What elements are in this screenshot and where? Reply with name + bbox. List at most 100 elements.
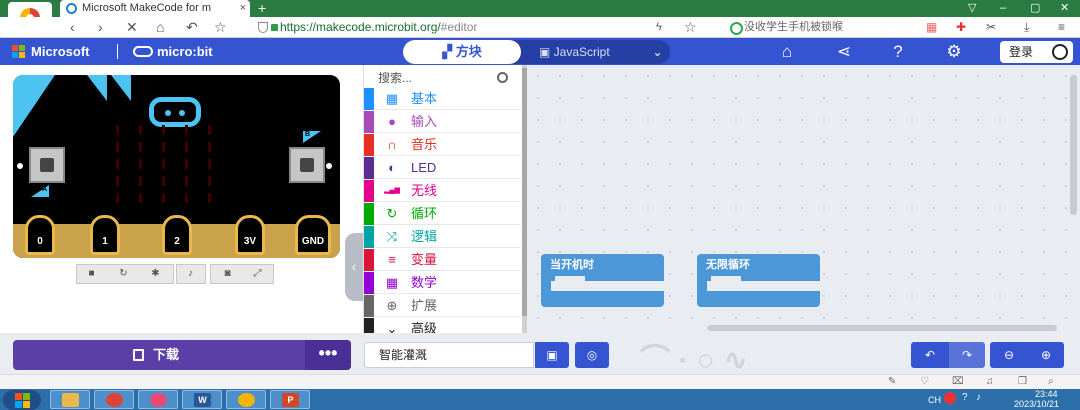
restart-icon[interactable]: ↻ (115, 265, 132, 283)
toolbox-search-input[interactable]: 搜索... (378, 69, 508, 87)
browser-icon[interactable] (226, 390, 266, 409)
screenshot-icon[interactable]: ◙ (219, 265, 236, 283)
heart-icon[interactable]: ♡ (920, 376, 929, 387)
trash-icon[interactable]: ⌧ (952, 376, 964, 387)
category-2[interactable]: ∩ 音乐 (364, 134, 521, 156)
bookmark-star-icon[interactable]: ☆ (684, 18, 697, 36)
category-6[interactable]: ⤨ 逻辑 (364, 226, 521, 248)
sound-icon[interactable]: ♪ (182, 265, 199, 283)
redo-button[interactable]: ↷ (949, 342, 985, 368)
lightning-icon[interactable]: ϟ (656, 18, 662, 36)
download-button[interactable]: 下载 ••• (13, 340, 351, 370)
browser-tab[interactable]: Microsoft MakeCode for m × (60, 0, 250, 17)
workspace-horizontal-scrollbar[interactable] (707, 325, 1057, 331)
share-icon[interactable]: ⋖ (833, 41, 855, 63)
menu-icon[interactable]: ▽ (968, 0, 976, 17)
led-1-4 (208, 142, 211, 152)
debug-icon[interactable]: ✱ (147, 265, 164, 283)
pin-3v[interactable]: 3V (235, 215, 265, 255)
gear-icon[interactable]: ⚙ (943, 41, 965, 63)
javascript-mode-button[interactable]: ▣ JavaScript (539, 40, 610, 64)
forever-block[interactable]: 无限循环 (697, 254, 820, 307)
explorer-icon[interactable] (50, 390, 90, 409)
game-icon[interactable]: ✚ (956, 18, 966, 36)
simulator-controls: ■ ↻ ✱ (76, 264, 174, 284)
simulator-extra-controls: ◙ ⤢ (210, 264, 274, 284)
feather-icon[interactable]: ✎ (888, 376, 896, 387)
led-4-0 (116, 193, 119, 203)
collapse-simulator-button[interactable]: ‹ (345, 233, 363, 301)
url-input[interactable]: https://makecode.microbit.org/#editor (258, 19, 698, 36)
app-icon[interactable] (138, 390, 178, 409)
home-icon[interactable]: ⌂ (776, 41, 798, 63)
category-1[interactable]: ● 输入 (364, 111, 521, 133)
category-8[interactable]: ▦ 数学 (364, 272, 521, 294)
browser-search-input[interactable]: 没收学生手机被锁喉 (728, 19, 908, 36)
blocks-mode-button[interactable]: ▞ 方块 (403, 40, 521, 64)
zoom-in-button[interactable]: ⊕ (1028, 342, 1064, 368)
window-icon[interactable]: ❐ (1018, 376, 1027, 387)
maximize-icon[interactable]: ▢ (1030, 0, 1040, 17)
category-0[interactable]: ▦ 基本 (364, 88, 521, 110)
forward-icon[interactable]: › (98, 18, 103, 36)
chevron-down-icon[interactable]: ⌄ (645, 40, 670, 64)
menu-icon[interactable]: ≡ (1058, 18, 1065, 36)
stop-icon[interactable]: ■ (83, 265, 100, 283)
save-button[interactable]: ▣ (535, 342, 569, 368)
help-tray-icon[interactable]: ? (962, 392, 968, 403)
close-icon[interactable]: ✕ (126, 18, 138, 36)
language-indicator[interactable]: CH (928, 395, 941, 405)
microsoft-brand: Microsoft (31, 44, 90, 59)
button-b[interactable] (289, 147, 325, 183)
windows-start-icon[interactable] (3, 390, 41, 410)
minimize-icon[interactable]: – (1000, 0, 1006, 17)
zoom-icon[interactable]: ⌕ (1048, 376, 1054, 387)
apps-icon[interactable]: ▦ (926, 18, 937, 36)
tab-close-icon[interactable]: × (240, 0, 246, 17)
star-icon[interactable]: ☆ (214, 18, 227, 36)
led-4-4 (208, 193, 211, 203)
microbit-board[interactable]: A B 0 1 2 3V GND (13, 75, 340, 258)
pin-0[interactable]: 0 (25, 215, 55, 255)
word-icon[interactable]: W (182, 390, 222, 409)
project-name-input[interactable]: 智能灌溉 (364, 342, 534, 368)
blocks-workspace[interactable]: 当开机时 无限循环 (527, 65, 1080, 333)
github-button[interactable]: ◎ (575, 342, 609, 368)
category-label: 无线 (411, 183, 438, 198)
login-button[interactable]: 登录 (1000, 41, 1073, 63)
close-window-icon[interactable]: ✕ (1060, 0, 1069, 17)
home-icon[interactable]: ⌂ (156, 18, 164, 36)
undo-icon[interactable]: ↶ (186, 18, 198, 36)
clock-time[interactable]: 23:44 (1035, 389, 1058, 399)
category-3[interactable]: ◐ LED (364, 157, 521, 179)
volume-icon[interactable]: ♫ (986, 376, 994, 387)
category-label: 基本 (411, 91, 438, 106)
workspace-vertical-scrollbar[interactable] (1070, 75, 1077, 215)
download-icon[interactable]: ⤓ (1024, 18, 1029, 36)
powerpoint-icon[interactable]: P (270, 390, 310, 409)
on-start-block[interactable]: 当开机时 (541, 254, 664, 307)
microbit-logo-icon (133, 46, 153, 57)
input-method-icon[interactable] (944, 392, 956, 404)
clock-date[interactable]: 2023/10/21 (1014, 399, 1059, 409)
category-7[interactable]: ≡ 变量 (364, 249, 521, 271)
back-icon[interactable]: ‹ (70, 18, 75, 36)
undo-button[interactable]: ↶ (911, 342, 949, 368)
category-5[interactable]: ↻ 循环 (364, 203, 521, 225)
chrome-icon[interactable] (94, 390, 134, 409)
headphones-icon: ∩ (387, 137, 397, 152)
zoom-out-button[interactable]: ⊖ (990, 342, 1028, 368)
pin-gnd[interactable]: GND (295, 215, 331, 255)
search-icon[interactable] (497, 72, 508, 83)
new-tab-button[interactable]: + (258, 0, 266, 16)
more-options-button[interactable]: ••• (305, 340, 351, 370)
pin-1[interactable]: 1 (90, 215, 120, 255)
button-a[interactable] (29, 147, 65, 183)
category-9[interactable]: ⊕ 扩展 (364, 295, 521, 317)
category-4[interactable]: ▂▄▆ 无线 (364, 180, 521, 202)
pin-2[interactable]: 2 (162, 215, 192, 255)
help-icon[interactable]: ? (887, 41, 909, 63)
sound-tray-icon[interactable]: ♪ (976, 392, 981, 403)
fullscreen-icon[interactable]: ⤢ (249, 265, 266, 283)
cut-icon[interactable]: ✂ (986, 18, 996, 36)
